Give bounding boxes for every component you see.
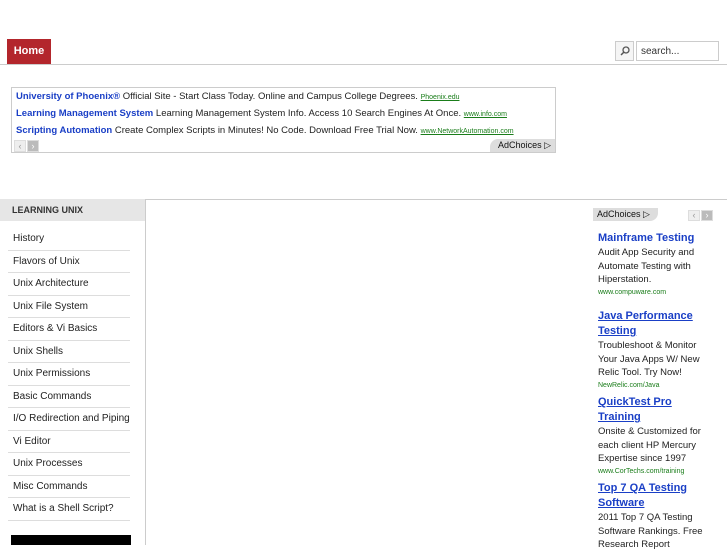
sidebar: LEARNING UNIX History Flavors of Unix Un… [0, 199, 146, 545]
sidebar-item-misc-commands[interactable]: Misc Commands [8, 476, 130, 498]
ad-title[interactable]: Top 7 QA Testing Software [598, 481, 710, 511]
sidebar-item-io-redirection[interactable]: I/O Redirection and Piping [8, 408, 130, 431]
ad-title[interactable]: Java Performance Testing [598, 309, 710, 339]
ad-text: 2011 Top 7 QA Testing Software Rankings.… [598, 512, 703, 550]
ad-text: Onsite & Customized for each client HP M… [598, 426, 701, 464]
search-icon [620, 46, 630, 56]
ad-text: Create Complex Scripts in Minutes! No Co… [114, 125, 418, 136]
ad-title[interactable]: QuickTest Pro Training [598, 395, 710, 425]
ad-url[interactable]: www.NetworkAutomation.com [421, 128, 514, 135]
sidebar-item-shell-script[interactable]: What is a Shell Script? [8, 498, 130, 521]
ad-pager: ‹ › [688, 210, 714, 221]
ad-text: Troubleshoot & Monitor Your Java Apps W/… [598, 340, 700, 378]
ad-next-icon[interactable]: › [701, 210, 713, 221]
ad-title[interactable]: Scripting Automation [16, 125, 112, 136]
search-button[interactable] [615, 41, 634, 61]
sidebar-item-vi-editor[interactable]: Vi Editor [8, 431, 130, 453]
top-ad-3[interactable]: Scripting Automation Create Complex Scri… [16, 125, 514, 136]
sidebar-item-architecture[interactable]: Unix Architecture [8, 273, 130, 296]
sidebar-item-file-system[interactable]: Unix File System [8, 296, 130, 318]
adchoices-badge[interactable]: AdChoices ▷ [490, 139, 555, 152]
ad-text: Official Site - Start Class Today. Onlin… [122, 91, 418, 102]
sidebar-item-flavors[interactable]: Flavors of Unix [8, 251, 130, 273]
right-ad-1[interactable]: Mainframe Testing Audit App Security and… [598, 231, 710, 298]
sidebar-item-processes[interactable]: Unix Processes [8, 453, 130, 476]
ad-title[interactable]: Learning Management System [16, 108, 153, 119]
search-input[interactable] [636, 41, 719, 61]
ad-url[interactable]: www.compuware.com [598, 287, 710, 298]
right-ad-3[interactable]: QuickTest Pro Training Onsite & Customiz… [598, 395, 710, 477]
ad-url[interactable]: www.CorTechs.com/training [598, 466, 710, 477]
sidebar-item-editors[interactable]: Editors & Vi Basics [8, 318, 130, 341]
top-ad-1[interactable]: University of Phoenix® Official Site - S… [16, 91, 460, 102]
ad-prev-icon[interactable]: ‹ [14, 140, 26, 152]
right-ad-2[interactable]: Java Performance Testing Troubleshoot & … [598, 309, 710, 391]
ad-url[interactable]: NewRelic.com/Java [598, 380, 710, 391]
ad-text: Audit App Security and Automate Testing … [598, 247, 695, 285]
sidebar-item-permissions[interactable]: Unix Permissions [8, 363, 130, 386]
ad-url[interactable]: www.info.com [464, 111, 507, 118]
sidebar-item-shells[interactable]: Unix Shells [8, 341, 130, 363]
ad-title[interactable]: University of Phoenix® [16, 91, 120, 102]
search-box [615, 41, 719, 61]
right-ad-unit: AdChoices ▷ ‹ › Mainframe Testing Audit … [593, 208, 715, 550]
sidebar-black-block [11, 535, 131, 545]
ad-text: Learning Management System Info. Access … [155, 108, 462, 119]
top-nav-bar: Home [0, 39, 727, 65]
sidebar-item-history[interactable]: History [8, 228, 130, 251]
ad-next-icon[interactable]: › [27, 140, 39, 152]
sidebar-heading: LEARNING UNIX [0, 199, 145, 221]
top-ad-2[interactable]: Learning Management System Learning Mana… [16, 108, 507, 119]
ad-url[interactable]: Phoenix.edu [421, 94, 460, 101]
ad-title[interactable]: Mainframe Testing [598, 231, 710, 246]
top-ad-unit: University of Phoenix® Official Site - S… [11, 87, 556, 153]
sidebar-menu: History Flavors of Unix Unix Architectur… [8, 228, 130, 521]
adchoices-badge[interactable]: AdChoices ▷ [593, 208, 658, 221]
ad-prev-icon[interactable]: ‹ [688, 210, 700, 221]
sidebar-item-basic-commands[interactable]: Basic Commands [8, 386, 130, 408]
ad-pager: ‹ › [12, 140, 40, 152]
right-ad-4[interactable]: Top 7 QA Testing Software 2011 Top 7 QA … [598, 481, 710, 552]
home-tab[interactable]: Home [7, 39, 51, 64]
